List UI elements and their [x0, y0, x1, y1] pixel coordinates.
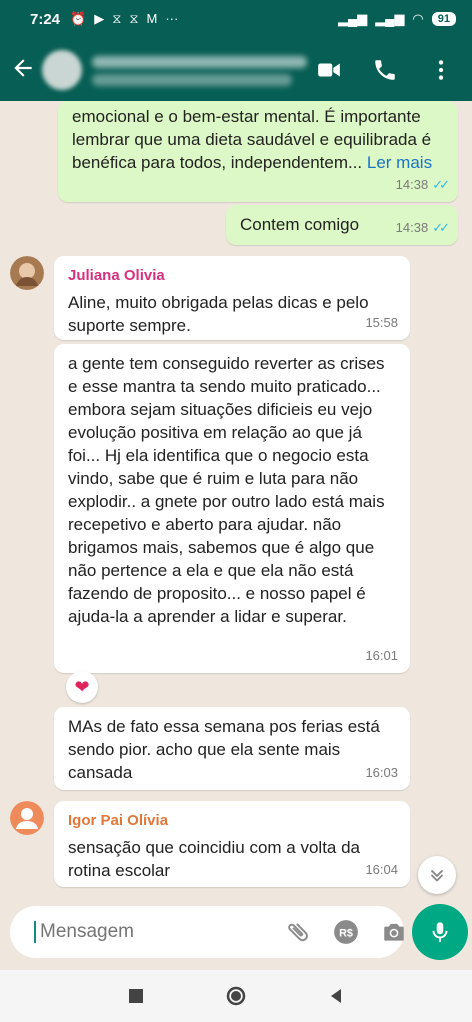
top-bar: 7:24 ⏰ ▶ ⧖ ⧖ M ··· ▂▄▆ ▂▄▆ ◠ 91 — [0, 0, 472, 101]
message-meta: 14:38 ✓✓ — [395, 173, 450, 196]
contact-avatar[interactable] — [42, 50, 82, 90]
message-time: 14:38 — [395, 220, 429, 235]
message-meta: 16:01 — [365, 644, 398, 667]
voice-message-button[interactable] — [412, 904, 468, 960]
svg-text:R$: R$ — [339, 927, 353, 939]
message-input-field: R$ — [10, 906, 404, 958]
video-call-icon[interactable] — [316, 57, 342, 83]
message-bubble[interactable]: Juliana Olivia Aline, muito obrigada pel… — [54, 256, 410, 340]
message-input[interactable] — [34, 921, 285, 943]
composer-bar: R$ — [0, 898, 472, 970]
scroll-to-bottom-button[interactable] — [418, 856, 456, 894]
message-time: 16:04 — [365, 862, 398, 877]
message-text: MAs de fato essa semana pos ferias está … — [68, 717, 380, 782]
read-more-link[interactable]: Ler mais — [367, 153, 432, 172]
message-list[interactable]: emocional e o bem-estar mental. É import… — [0, 101, 472, 898]
battery-icon: 91 — [431, 12, 456, 26]
system-navigation-bar — [0, 970, 472, 1022]
double-check-icon: ✓✓ — [432, 177, 450, 192]
app-icon: ⧖ — [112, 11, 122, 26]
message-text: sensação que coincidiu com a volta da ro… — [68, 838, 361, 880]
message-time: 16:03 — [365, 765, 398, 780]
contact-name-blurred[interactable] — [92, 50, 307, 90]
message-text: Contem comigo — [240, 215, 360, 234]
chat-header — [0, 40, 472, 100]
message-time: 15:58 — [365, 315, 398, 330]
sender-avatar[interactable] — [10, 256, 44, 290]
composer-actions: R$ — [285, 919, 407, 945]
phone-icon[interactable] — [372, 57, 398, 83]
sender-name[interactable]: Igor Pai Olívia — [68, 809, 398, 832]
sender-name[interactable]: Juliana Olivia — [68, 264, 398, 287]
message-bubble[interactable]: emocional e o bem-estar mental. É import… — [58, 101, 458, 202]
arrow-left-icon — [14, 58, 32, 77]
signal-icon: ▂▄▆ — [375, 11, 405, 26]
message-meta: 16:03 — [365, 761, 398, 784]
sender-avatar[interactable] — [10, 801, 44, 835]
play-icon: ▶ — [94, 11, 105, 26]
status-time: 7:24 — [30, 10, 61, 28]
message-meta: 16:04 — [365, 858, 398, 881]
header-actions — [316, 57, 472, 83]
message-time: 14:38 — [395, 177, 429, 192]
paperclip-icon[interactable] — [285, 919, 311, 945]
payment-icon[interactable]: R$ — [333, 919, 359, 945]
message-bubble[interactable]: a gente tem conseguido reverter as crise… — [54, 344, 410, 673]
message-bubble[interactable]: Contem comigo 14:38 ✓✓ — [226, 205, 458, 245]
home-circle-icon[interactable] — [226, 986, 246, 1006]
recents-square-icon[interactable] — [126, 986, 146, 1006]
message-bubble[interactable]: MAs de fato essa semana pos ferias está … — [54, 707, 410, 790]
message-text: a gente tem conseguido reverter as crise… — [68, 354, 385, 626]
double-chevron-down-icon — [430, 869, 444, 882]
alarm-icon: ⏰ — [70, 11, 87, 26]
back-button[interactable] — [0, 55, 36, 86]
status-bar: 7:24 ⏰ ▶ ⧖ ⧖ M ··· ▂▄▆ ▂▄▆ ◠ 91 — [0, 0, 472, 38]
message-text: Aline, muito obrigada pelas dicas e pelo… — [68, 293, 369, 335]
status-system-icons: ▂▄▆ ▂▄▆ ◠ 91 — [338, 11, 456, 27]
message-time: 16:01 — [365, 648, 398, 663]
status-notification-icons: ⏰ ▶ ⧖ ⧖ M ··· — [70, 11, 178, 27]
signal-icon: ▂▄▆ — [337, 11, 368, 26]
microphone-icon — [432, 922, 448, 942]
message-meta: 15:58 — [365, 311, 398, 334]
more-notifications-icon: ··· — [165, 11, 179, 26]
wifi-icon: ◠ — [412, 11, 424, 26]
mail-icon: M — [146, 11, 158, 26]
message-meta: 14:38 ✓✓ — [395, 216, 450, 239]
more-vertical-icon[interactable] — [428, 57, 454, 83]
heart-reaction-icon[interactable]: ❤ — [66, 671, 98, 703]
back-triangle-icon[interactable] — [326, 986, 346, 1006]
message-bubble[interactable]: Igor Pai Olívia sensação que coincidiu c… — [54, 801, 410, 887]
double-check-icon: ✓✓ — [432, 220, 450, 235]
app-icon: ⧖ — [129, 11, 139, 26]
camera-icon[interactable] — [381, 919, 407, 945]
